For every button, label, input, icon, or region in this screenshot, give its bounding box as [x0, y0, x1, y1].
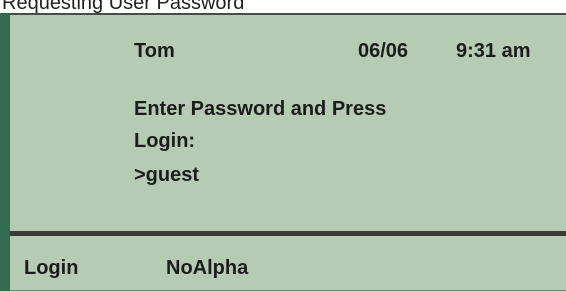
softkey-login-button[interactable]: Login: [24, 256, 78, 280]
status-time: 9:31 am: [456, 40, 531, 62]
status-user-name: Tom: [134, 40, 175, 62]
status-date: 06/06: [358, 40, 409, 62]
password-entry-field[interactable]: >guest: [134, 163, 199, 187]
password-prompt-line-1: Enter Password and Press: [134, 98, 387, 120]
phone-display: Tom 06/06 9:31 am Enter Password and Pre…: [0, 13, 566, 291]
display-left-border: [0, 13, 10, 291]
password-prompt-line-2: Login:: [134, 130, 196, 152]
softkey-divider: [10, 231, 566, 236]
display-top-border: [10, 13, 566, 15]
softkey-noalpha-button[interactable]: NoAlpha: [166, 256, 248, 280]
